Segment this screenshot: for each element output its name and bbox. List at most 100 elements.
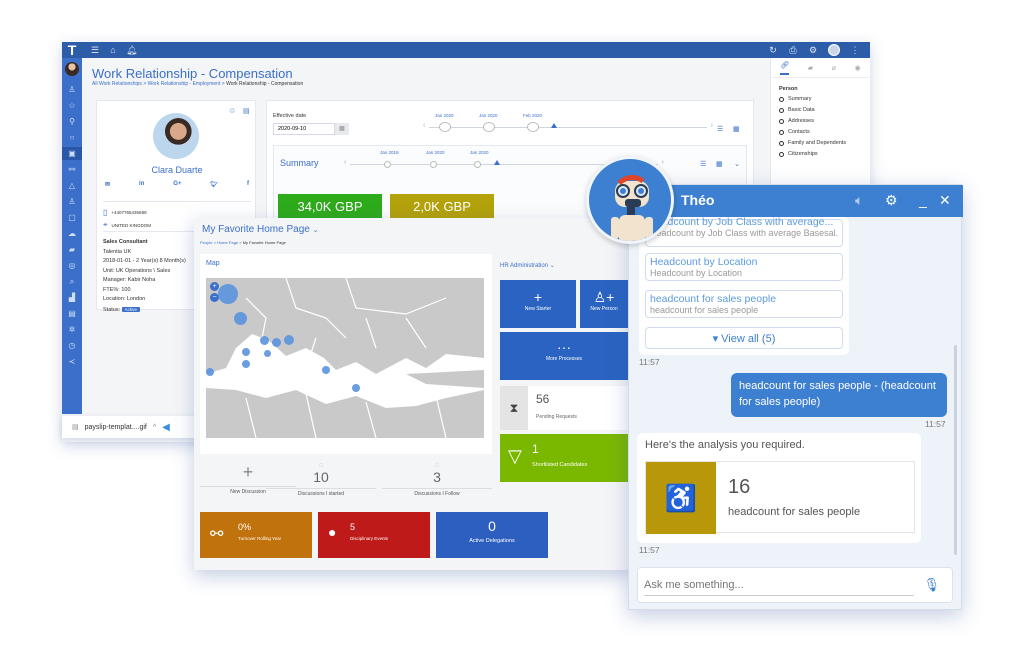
star-icon[interactable]: ☆ <box>62 99 82 112</box>
circle-icon[interactable]: ○ <box>62 131 82 144</box>
org-icon[interactable]: ⚲ <box>62 115 82 128</box>
email-icon[interactable]: ✉ <box>105 181 110 188</box>
people-icon[interactable]: ♙ <box>62 83 82 96</box>
search-icon[interactable]: ⌕ <box>62 275 82 288</box>
twitter-icon[interactable]: 🐦︎ <box>210 181 218 188</box>
car-icon[interactable]: ▰ <box>62 243 82 256</box>
home-icon[interactable]: ⌂ <box>108 45 118 55</box>
document-icon[interactable]: ▤ <box>62 307 82 320</box>
timeline-node[interactable] <box>527 122 539 132</box>
calendar-view-icon[interactable]: ▦ <box>716 160 723 168</box>
nav-item-family[interactable]: Family and Dependents <box>779 140 870 146</box>
clock-icon[interactable]: ◷ <box>62 339 82 352</box>
stat-disciplinary[interactable]: ● 5 Disciplinary Events <box>318 512 430 558</box>
map-marker[interactable] <box>264 350 271 357</box>
breadcrumb-item[interactable]: Home Page <box>217 240 238 245</box>
suggestion-item[interactable]: headcount by Job Class with average... H… <box>645 216 843 247</box>
calendar-icon[interactable]: ▦ <box>335 123 349 135</box>
discussions-started[interactable]: ◌ 10 Discussions I started <box>266 462 376 497</box>
calendar-view-icon[interactable]: ▦ <box>733 125 740 133</box>
map-marker[interactable] <box>352 384 360 392</box>
timeline-node[interactable] <box>483 122 495 132</box>
hierarchy-icon[interactable]: ⚯ <box>62 163 82 176</box>
map-marker[interactable] <box>260 336 269 345</box>
nav-item-basic-data[interactable]: Basic Data <box>779 107 870 113</box>
timeline-node[interactable] <box>439 122 451 132</box>
clip-icon[interactable]: ⌀ <box>832 64 836 72</box>
timeline-node[interactable] <box>474 161 481 168</box>
chevron-up-icon[interactable]: ^ <box>153 424 156 431</box>
timeline-next[interactable]: › <box>662 159 664 166</box>
timeline-node[interactable] <box>430 161 437 168</box>
suggestion-item[interactable]: Headcount by Location Headcount by Locat… <box>645 253 843 281</box>
timeline-node[interactable] <box>384 161 391 168</box>
new-person-tile[interactable]: ♙+ New Person <box>580 280 628 328</box>
facebook-icon[interactable]: f <box>247 181 249 188</box>
coins-icon[interactable]: ◎ <box>62 259 82 272</box>
map-marker[interactable] <box>242 348 250 356</box>
linkedin-icon[interactable]: in <box>139 181 144 188</box>
map-marker[interactable] <box>272 338 281 347</box>
user-add-icon[interactable]: ♙ <box>62 195 82 208</box>
nav-item-citizenships[interactable]: Citizenships <box>779 151 870 157</box>
side-avatar[interactable] <box>65 62 79 76</box>
result-card[interactable]: ♿ 16 headcount for sales people <box>645 461 915 534</box>
suggestion-item[interactable]: headcount for sales people headcount for… <box>645 290 843 318</box>
timeline-prev[interactable]: ‹ <box>344 159 346 166</box>
new-starter-tile[interactable]: + New Starter <box>500 280 576 328</box>
shortlisted-tile[interactable]: ▽ 1 Shortlisted Candidates <box>500 434 628 482</box>
gear-icon[interactable]: ⚙ <box>885 192 898 209</box>
link-icon[interactable]: 🔗︎ <box>780 61 790 75</box>
google-plus-icon[interactable]: G+ <box>173 181 181 188</box>
nav-item-summary[interactable]: Summary <box>779 96 870 102</box>
more-processes-tile[interactable]: ··· More Processes <box>500 332 628 380</box>
recycle-icon[interactable]: ♲ <box>229 107 235 115</box>
refresh-icon[interactable]: ↻ <box>768 45 778 56</box>
list-view-icon[interactable]: ☰ <box>717 125 723 133</box>
gear-icon[interactable]: ⚙ <box>808 45 818 56</box>
map-marker[interactable] <box>242 360 250 368</box>
chart-icon[interactable]: ▟ <box>62 291 82 304</box>
map-marker[interactable] <box>284 335 294 345</box>
view-all-button[interactable]: ▾ View all (5) <box>645 327 843 349</box>
bell-icon[interactable]: △ <box>62 179 82 192</box>
map-marker[interactable] <box>206 368 214 376</box>
map[interactable]: + − <box>206 277 484 439</box>
document-icon[interactable]: ▤ <box>243 107 250 115</box>
speaker-icon[interactable]: 🔈︎ <box>855 192 863 209</box>
chat-scrollbar[interactable] <box>954 345 957 555</box>
more-vert-icon[interactable]: ⋮ <box>850 45 860 56</box>
user-avatar[interactable] <box>828 44 840 56</box>
compass-icon[interactable]: ◉ <box>855 64 861 72</box>
effective-date-input[interactable] <box>273 123 335 135</box>
share-icon[interactable]: ≺ <box>62 355 82 368</box>
app-logo[interactable]: T <box>62 42 82 58</box>
calendar-icon[interactable]: ▢ <box>62 211 82 224</box>
close-icon[interactable]: ✕ <box>939 192 951 209</box>
menu-icon[interactable]: ☰ <box>90 45 100 56</box>
print-icon[interactable]: ⎙ <box>788 45 798 56</box>
minimize-icon[interactable]: _ <box>919 192 927 208</box>
download-file[interactable]: payslip-templat....gif <box>85 424 147 431</box>
chat-icon[interactable]: ▰ <box>808 64 813 72</box>
home-title[interactable]: My Favorite Home Page ⌄ <box>202 224 318 235</box>
timeline-prev[interactable]: ‹ <box>423 122 425 129</box>
discussions-follow[interactable]: ◌ 3 Discussions I Follow <box>382 462 492 497</box>
gear-icon[interactable]: ✲ <box>62 323 82 336</box>
hr-admin-title[interactable]: HR Administration ⌄ <box>500 262 555 269</box>
breadcrumb-item[interactable]: People <box>200 240 212 245</box>
pending-requests-tile[interactable]: ⧗ 56 Pending Requests <box>500 386 628 430</box>
nav-item-addresses[interactable]: Addresses <box>779 118 870 124</box>
chat-input[interactable] <box>644 574 914 596</box>
map-marker[interactable] <box>218 284 238 304</box>
stat-turnover[interactable]: ⚯ 0% Turnover Rolling Year <box>200 512 312 558</box>
bell-icon[interactable]: 🔔︎ <box>126 45 137 56</box>
microphone-icon[interactable]: 🎙︎ <box>923 577 940 593</box>
breadcrumb-item[interactable]: Work Relationship - Employment <box>148 81 221 87</box>
timeline-next[interactable]: › <box>711 122 713 129</box>
money-icon[interactable]: ▣ <box>62 147 82 160</box>
map-marker[interactable] <box>322 366 330 374</box>
stat-delegations[interactable]: 0 Active Delegations <box>436 512 548 558</box>
cloud-icon[interactable]: ☁ <box>62 227 82 240</box>
breadcrumb-item[interactable]: All Work Relationships <box>92 81 142 87</box>
